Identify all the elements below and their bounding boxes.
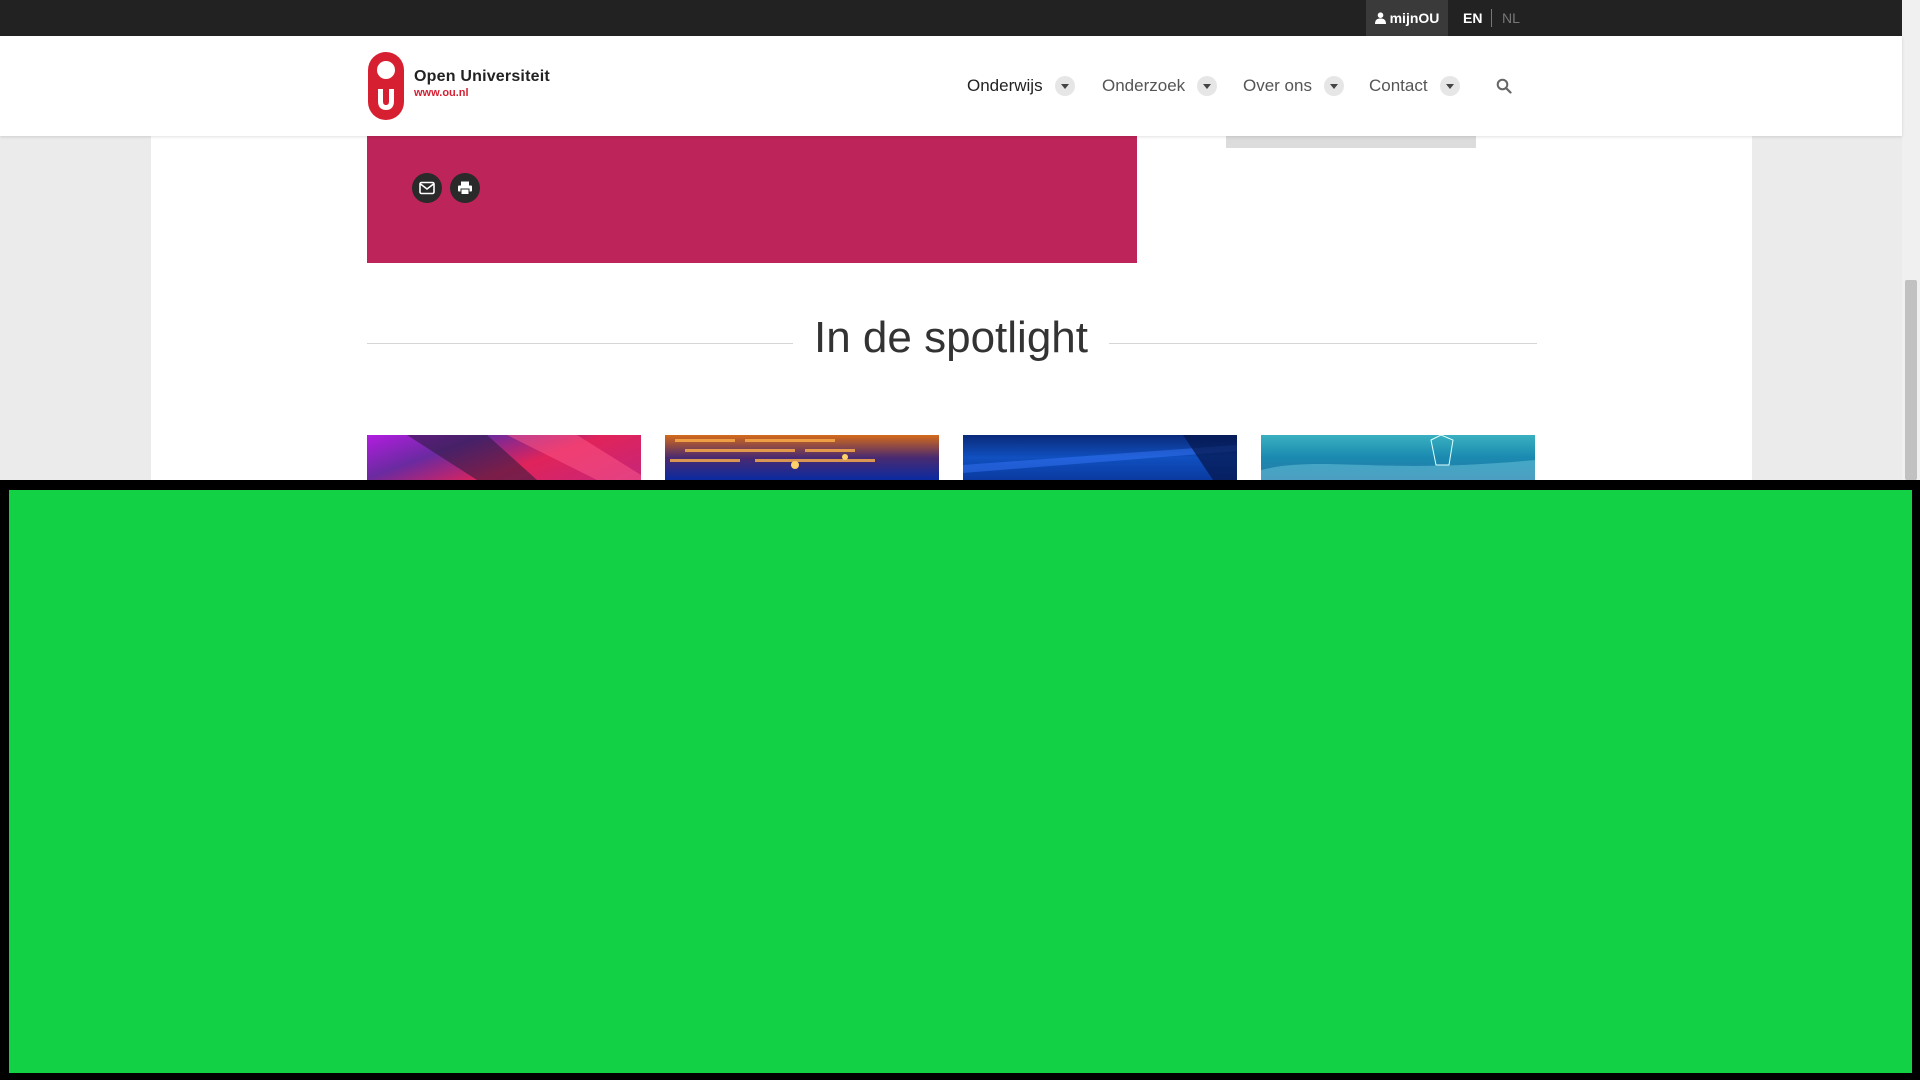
card-image bbox=[407, 435, 641, 480]
nav-label: Onderwijs bbox=[967, 76, 1043, 95]
chevron-down-icon[interactable] bbox=[1323, 76, 1344, 96]
chevron-down-icon[interactable] bbox=[1197, 76, 1218, 96]
print-button[interactable] bbox=[450, 173, 480, 203]
card-image bbox=[670, 439, 875, 469]
divider-right bbox=[1109, 343, 1537, 344]
top-utility-bar: mijnOU EN NL bbox=[0, 0, 1902, 36]
scrollbar-thumb[interactable] bbox=[1905, 280, 1917, 480]
spotlight-heading: In de spotlight bbox=[814, 313, 1088, 362]
nav-label: Over ons bbox=[1243, 76, 1312, 95]
spotlight-card-3[interactable] bbox=[963, 435, 1237, 480]
sidebar-box-bottom bbox=[1226, 136, 1476, 148]
mijnou-label: mijnOU bbox=[1389, 10, 1440, 26]
spotlight-card-4[interactable] bbox=[1261, 435, 1535, 480]
logo-link[interactable]: Open Universiteit www.ou.nl bbox=[367, 51, 550, 121]
chevron-down-icon[interactable] bbox=[1054, 76, 1075, 96]
nav-item-onderwijs[interactable]: Onderwijs bbox=[967, 36, 1075, 136]
nav-label: Onderzoek bbox=[1102, 76, 1186, 95]
logo-name: Open Universiteit bbox=[414, 67, 550, 85]
nav-label: Contact bbox=[1369, 76, 1428, 95]
nav-item-contact[interactable]: Contact bbox=[1369, 36, 1460, 136]
green-overlay bbox=[9, 490, 1912, 1073]
card-image bbox=[1261, 435, 1535, 480]
mail-share-button[interactable] bbox=[412, 173, 442, 203]
spotlight-card-2[interactable] bbox=[665, 435, 939, 480]
spotlight-card-1[interactable] bbox=[367, 435, 641, 480]
language-en[interactable]: EN bbox=[1463, 0, 1482, 36]
divider-left bbox=[367, 343, 793, 344]
language-nl[interactable]: NL bbox=[1502, 0, 1520, 36]
language-divider bbox=[1491, 9, 1492, 27]
logo-url: www.ou.nl bbox=[414, 86, 469, 99]
site-header: Open Universiteit www.ou.nl Onderwijs On… bbox=[0, 36, 1902, 136]
ou-logo-icon bbox=[368, 52, 404, 120]
share-panel bbox=[367, 136, 1137, 263]
chevron-down-icon[interactable] bbox=[1439, 76, 1460, 96]
nav-item-onderzoek[interactable]: Onderzoek bbox=[1102, 36, 1218, 136]
user-icon bbox=[1374, 12, 1386, 24]
print-icon bbox=[458, 181, 472, 195]
mijnou-account-link[interactable]: mijnOU bbox=[1366, 0, 1448, 36]
mail-icon bbox=[419, 181, 435, 195]
nav-item-over-ons[interactable]: Over ons bbox=[1243, 36, 1344, 136]
search-icon[interactable] bbox=[1496, 78, 1512, 94]
card-image bbox=[963, 435, 1237, 480]
